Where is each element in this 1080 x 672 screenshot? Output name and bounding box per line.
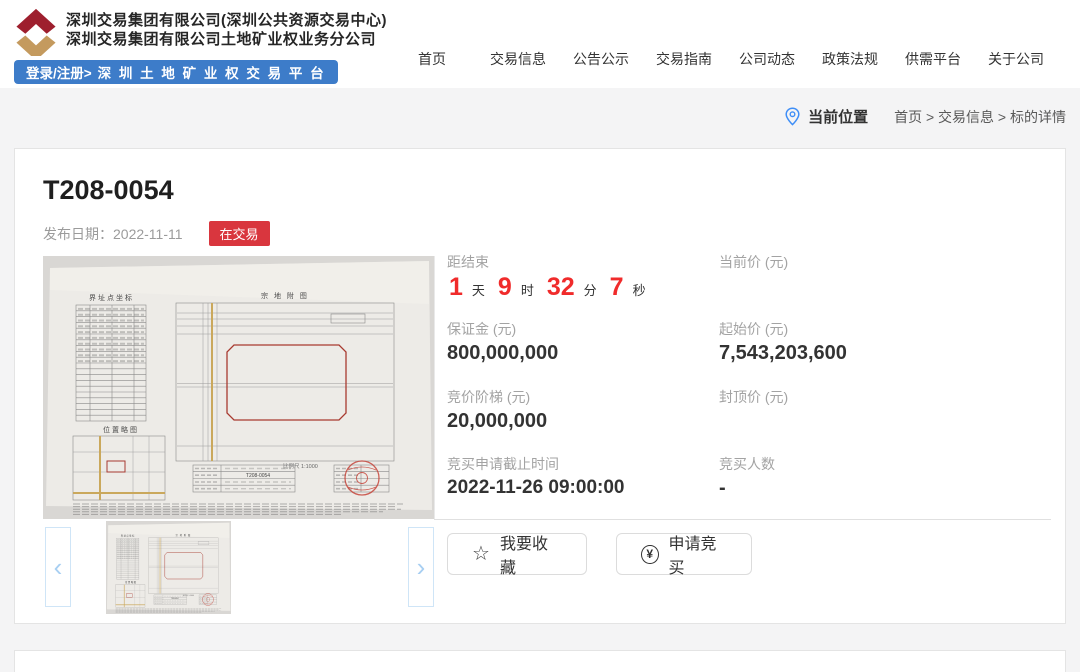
publish-date-label: 发布日期： xyxy=(43,225,113,242)
start-price-label: 起始价 (元) xyxy=(719,321,789,337)
start-price-value: 7,543,203,600 xyxy=(719,342,847,364)
detail-section-card xyxy=(14,650,1066,672)
countdown-timer: 1 天 9 时 32 分 7 秒 xyxy=(449,273,659,302)
nav-item-policies[interactable]: 政策法规 xyxy=(822,49,878,69)
nav-item-trade-guide[interactable]: 交易指南 xyxy=(656,49,712,69)
login-register-link[interactable]: 登录/注册> xyxy=(26,62,92,82)
status-badge: 在交易 xyxy=(208,221,270,246)
increment-value: 20,000,000 xyxy=(447,410,548,432)
horizontal-divider xyxy=(434,519,1051,520)
deposit-label: 保证金 (元) xyxy=(447,321,517,337)
breadcrumb-path[interactable]: 首页 > 交易信息 > 标的详情 xyxy=(894,107,1066,127)
current-price-label: 当前价 (元) xyxy=(719,254,789,270)
nav-item-trade-info[interactable]: 交易信息 xyxy=(490,49,546,69)
deposit-value: 800,000,000 xyxy=(447,342,559,364)
carousel-next-button[interactable]: › xyxy=(408,527,434,607)
nav-item-about[interactable]: 关于公司 xyxy=(988,49,1044,69)
favorite-button-label: 我要收藏 xyxy=(499,536,548,577)
photo-thumbnail[interactable] xyxy=(106,521,231,614)
countdown-hours: 9 xyxy=(497,273,512,301)
vertical-divider xyxy=(434,256,435,519)
chevron-right-icon: › xyxy=(416,551,426,582)
location-pin-icon xyxy=(785,107,800,126)
increment-label: 竞价阶梯 (元) xyxy=(447,389,531,405)
countdown-seconds-unit: 秒 xyxy=(632,283,646,298)
company-name: 深圳交易集团有限公司(深圳公共资源交易中心) 深圳交易集团有限公司土地矿业权业务… xyxy=(66,11,387,49)
company-logo-icon xyxy=(16,8,56,56)
bidders-value: - xyxy=(719,477,726,499)
bidders-label: 竞买人数 xyxy=(719,456,775,472)
nav-item-company-news[interactable]: 公司动态 xyxy=(739,49,795,69)
main-nav: 首页 交易信息 公告公示 交易指南 公司动态 政策法规 供需平台 关于公司 xyxy=(418,49,1071,69)
nav-item-announcements[interactable]: 公告公示 xyxy=(573,49,629,69)
breadcrumb-row: 当前位置 首页 > 交易信息 > 标的详情 xyxy=(0,88,1080,148)
publish-date: 2022-11-11 xyxy=(113,225,183,242)
platform-name: 深 圳 土 地 矿 业 权 交 易 平 台 xyxy=(97,66,326,81)
carousel-prev-button[interactable]: ‹ xyxy=(45,527,71,607)
countdown-hours-unit: 时 xyxy=(520,283,534,298)
chevron-left-icon: ‹ xyxy=(53,551,63,582)
nav-item-supply-demand[interactable]: 供需平台 xyxy=(905,49,961,69)
deadline-value: 2022-11-26 09:00:00 xyxy=(447,477,625,498)
star-icon: ☆ xyxy=(472,543,490,565)
countdown-minutes: 32 xyxy=(546,273,575,301)
yen-icon: ¥ xyxy=(641,544,659,564)
deadline-label: 竞买申请截止时间 xyxy=(447,456,559,472)
breadcrumb: 当前位置 首页 > 交易信息 > 标的详情 xyxy=(785,106,1066,127)
nav-item-home[interactable]: 首页 xyxy=(418,49,446,69)
listing-title: T208-0054 xyxy=(43,175,174,205)
countdown-minutes-unit: 分 xyxy=(583,283,597,298)
countdown-label: 距结束 xyxy=(447,254,489,270)
apply-bid-button[interactable]: ¥ 申请竞买 xyxy=(616,533,752,577)
favorite-button[interactable]: ☆ 我要收藏 xyxy=(447,533,587,577)
countdown-days: 1 xyxy=(449,273,463,301)
cap-price-label: 封顶价 (元) xyxy=(719,389,789,405)
listing-detail-card: T208-0054 发布日期： 2022-11-11 在交易 距结束 1 天 9… xyxy=(14,148,1066,624)
company-name-line2: 深圳交易集团有限公司土地矿业权业务分公司 xyxy=(66,31,377,48)
listing-meta: 发布日期： 2022-11-11 在交易 xyxy=(43,221,270,246)
site-header: 深圳交易集团有限公司(深圳公共资源交易中心) 深圳交易集团有限公司土地矿业权业务… xyxy=(0,0,1080,88)
current-location-label: 当前位置 xyxy=(808,109,869,126)
countdown-seconds: 7 xyxy=(609,273,624,301)
parcel-document-photo[interactable] xyxy=(43,256,434,519)
company-name-line1: 深圳交易集团有限公司(深圳公共资源交易中心) xyxy=(66,12,387,29)
login-register-banner[interactable]: 登录/注册> 深 圳 土 地 矿 业 权 交 易 平 台 xyxy=(14,60,338,84)
countdown-days-unit: 天 xyxy=(471,283,485,298)
apply-bid-button-label: 申请竞买 xyxy=(668,536,717,577)
